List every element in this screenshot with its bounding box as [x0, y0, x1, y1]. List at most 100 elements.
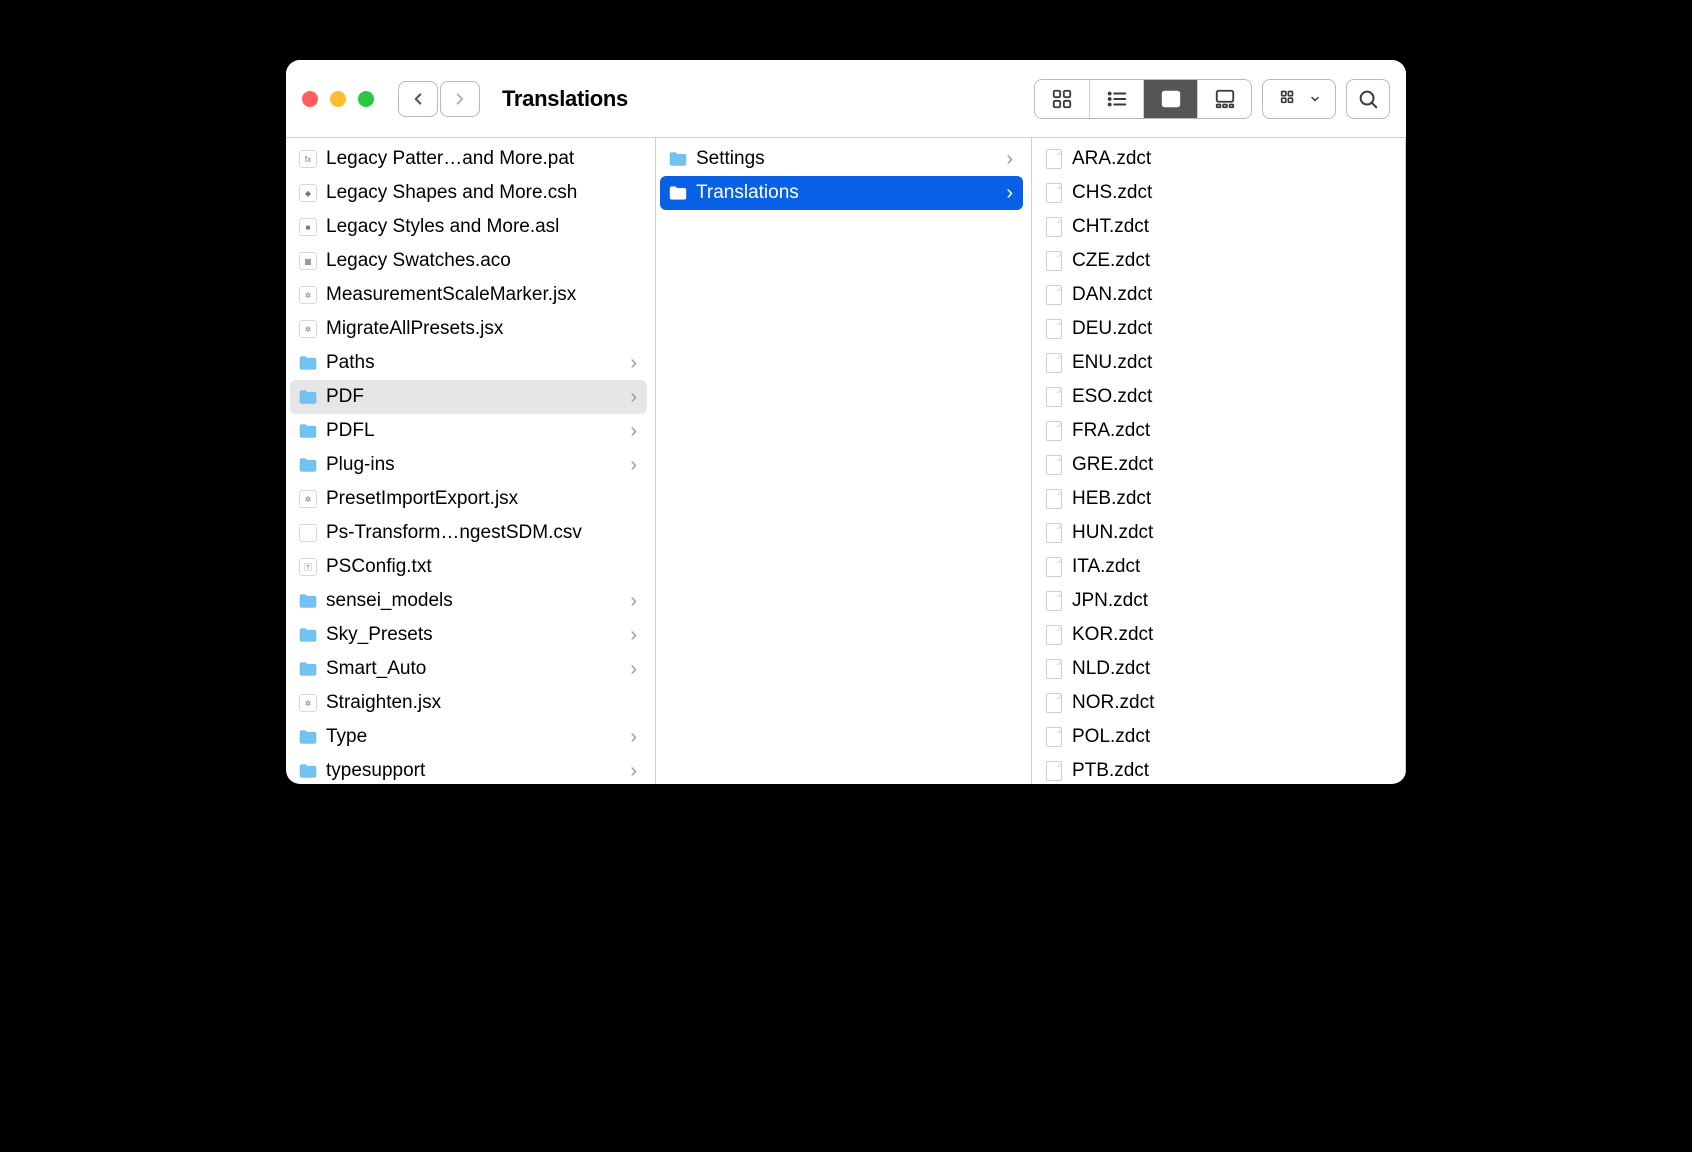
list-item[interactable]: CHT.zdct	[1036, 210, 1397, 244]
folder-icon	[298, 591, 318, 611]
item-label: KOR.zdct	[1072, 624, 1387, 646]
file-icon: ✲	[298, 489, 318, 509]
column-3[interactable]: ARA.zdct CHS.zdct CHT.zdct CZE.zdctDAN.zdct…	[1032, 138, 1406, 784]
column-1[interactable]: fxLegacy Patter…and More.pat◆Legacy Shap…	[286, 138, 656, 784]
item-label: typesupport	[326, 760, 622, 782]
search-button[interactable]	[1346, 79, 1390, 119]
item-label: ARA.zdct	[1072, 148, 1387, 170]
list-item[interactable]: ✲MeasurementScaleMarker.jsx	[290, 278, 647, 312]
group-by-button[interactable]	[1262, 79, 1336, 119]
file-icon	[1044, 183, 1064, 203]
list-item[interactable]: Smart_Auto›	[290, 652, 647, 686]
file-icon: ✲	[298, 693, 318, 713]
item-label: Ps-Transform…ngestSDM.csv	[326, 522, 637, 544]
item-label: Legacy Styles and More.asl	[326, 216, 637, 238]
file-icon: ▦	[298, 251, 318, 271]
item-label: NOR.zdct	[1072, 692, 1387, 714]
view-mode-segmented	[1034, 79, 1252, 119]
list-item[interactable]: HEB.zdct	[1036, 482, 1397, 516]
list-view-button[interactable]	[1089, 80, 1143, 118]
file-icon	[1044, 761, 1064, 781]
list-item[interactable]: POL.zdct	[1036, 720, 1397, 754]
item-label: PDF	[326, 386, 622, 408]
column-view-button[interactable]	[1143, 80, 1197, 118]
item-label: HEB.zdct	[1072, 488, 1387, 510]
list-item[interactable]: Type›	[290, 720, 647, 754]
list-item[interactable]: sensei_models›	[290, 584, 647, 618]
item-label: sensei_models	[326, 590, 622, 612]
folder-icon	[298, 455, 318, 475]
file-icon: fx	[298, 149, 318, 169]
chevron-down-icon	[1309, 93, 1321, 105]
item-label: PSConfig.txt	[326, 556, 637, 578]
folder-icon	[298, 763, 318, 779]
chevron-left-icon	[409, 90, 427, 108]
list-item[interactable]: NOR.zdct	[1036, 686, 1397, 720]
list-item[interactable]: NLD.zdct	[1036, 652, 1397, 686]
icon-view-button[interactable]	[1035, 80, 1089, 118]
list-item[interactable]: CZE.zdct	[1036, 244, 1397, 278]
search-icon	[1357, 88, 1379, 110]
folder-icon	[298, 593, 318, 609]
list-item[interactable]: CHS.zdct	[1036, 176, 1397, 210]
list-item[interactable]: HUN.zdct	[1036, 516, 1397, 550]
list-item[interactable]: PDFL›	[290, 414, 647, 448]
list-item[interactable]: ▦Legacy Swatches.aco	[290, 244, 647, 278]
list-item[interactable]: Ps-Transform…ngestSDM.csv	[290, 516, 647, 550]
maximize-button[interactable]	[358, 91, 374, 107]
list-item[interactable]: typesupport›	[290, 754, 647, 784]
folder-icon	[298, 627, 318, 643]
list-item[interactable]: GRE.zdct	[1036, 448, 1397, 482]
list-item[interactable]: Plug-ins›	[290, 448, 647, 482]
item-label: DEU.zdct	[1072, 318, 1387, 340]
list-item[interactable]: Settings›	[660, 142, 1023, 176]
finder-window: Translations	[286, 60, 1406, 784]
list-item[interactable]: ✲ Straighten.jsx	[290, 686, 647, 720]
folder-icon	[298, 355, 318, 371]
column-view: fxLegacy Patter…and More.pat◆Legacy Shap…	[286, 138, 1406, 784]
file-icon: ✲	[298, 319, 318, 339]
folder-icon	[298, 625, 318, 645]
file-icon	[1044, 557, 1064, 577]
chevron-right-icon: ›	[630, 387, 637, 407]
chevron-right-icon: ›	[630, 659, 637, 679]
list-item[interactable]: ESO.zdct	[1036, 380, 1397, 414]
back-button[interactable]	[398, 81, 438, 117]
file-icon	[1044, 251, 1064, 271]
list-item[interactable]: ■Legacy Styles and More.asl	[290, 210, 647, 244]
list-item[interactable]: JPN.zdct	[1036, 584, 1397, 618]
list-item[interactable]: Sky_Presets›	[290, 618, 647, 652]
list-item[interactable]: ENU.zdct	[1036, 346, 1397, 380]
file-icon: ✲	[298, 285, 318, 305]
list-item[interactable]: DEU.zdct	[1036, 312, 1397, 346]
list-item[interactable]: 🅃PSConfig.txt	[290, 550, 647, 584]
list-item[interactable]: fxLegacy Patter…and More.pat	[290, 142, 647, 176]
list-item[interactable]: ✲PresetImportExport.jsx	[290, 482, 647, 516]
folder-icon	[298, 389, 318, 405]
list-item[interactable]: FRA.zdct	[1036, 414, 1397, 448]
folder-icon	[668, 183, 688, 203]
file-icon	[1044, 625, 1064, 645]
file-icon	[298, 523, 318, 543]
list-item[interactable]: PDF ›	[290, 380, 647, 414]
list-item[interactable]: Paths›	[290, 346, 647, 380]
forward-button[interactable]	[440, 81, 480, 117]
minimize-button[interactable]	[330, 91, 346, 107]
column-2[interactable]: Settings›Translations›	[656, 138, 1032, 784]
item-label: Straighten.jsx	[326, 692, 637, 714]
gallery-view-button[interactable]	[1197, 80, 1251, 118]
list-item[interactable]: ARA.zdct	[1036, 142, 1397, 176]
list-item[interactable]: KOR.zdct	[1036, 618, 1397, 652]
item-label: ITA.zdct	[1072, 556, 1387, 578]
close-button[interactable]	[302, 91, 318, 107]
list-item[interactable]: Translations›	[660, 176, 1023, 210]
item-label: GRE.zdct	[1072, 454, 1387, 476]
file-icon	[1044, 455, 1064, 475]
folder-icon	[298, 353, 318, 373]
list-item[interactable]: ◆Legacy Shapes and More.csh	[290, 176, 647, 210]
item-label: CHT.zdct	[1072, 216, 1387, 238]
list-item[interactable]: DAN.zdct	[1036, 278, 1397, 312]
list-item[interactable]: ✲MigrateAllPresets.jsx	[290, 312, 647, 346]
list-item[interactable]: ITA.zdct	[1036, 550, 1397, 584]
list-item[interactable]: PTB.zdct	[1036, 754, 1397, 784]
